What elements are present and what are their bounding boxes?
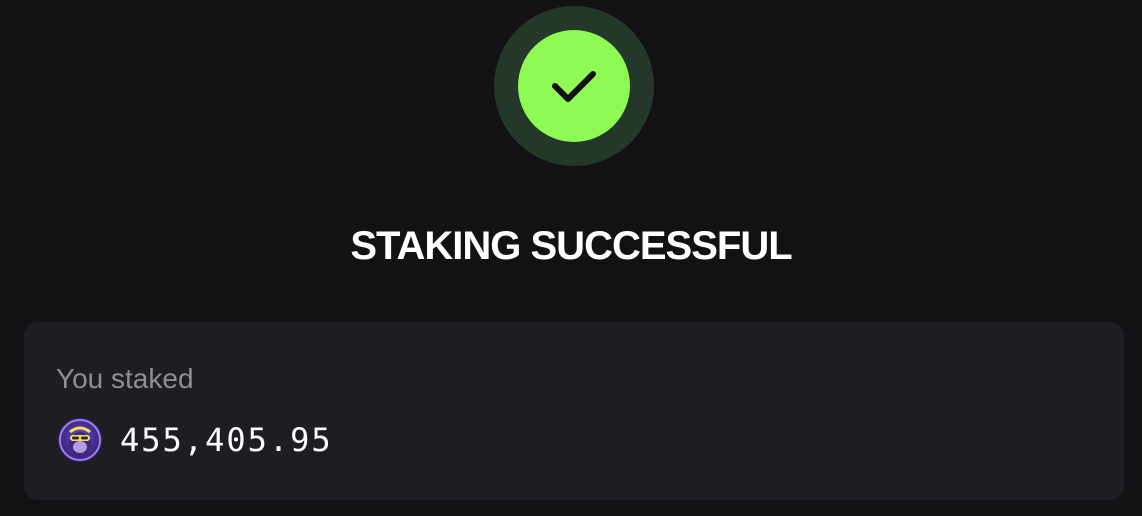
staked-summary-card: You staked 455,405.95 [24,322,1124,500]
staked-amount-row: 455,405.95 [58,418,333,462]
success-badge-inner [518,30,630,142]
checkmark-icon [552,71,596,102]
staked-label: You staked [56,363,194,394]
ape-token-icon [58,418,102,462]
success-badge [494,6,654,166]
staked-amount: 455,405.95 [120,421,333,459]
page-title: STAKING SUCCESSFUL [350,224,792,268]
